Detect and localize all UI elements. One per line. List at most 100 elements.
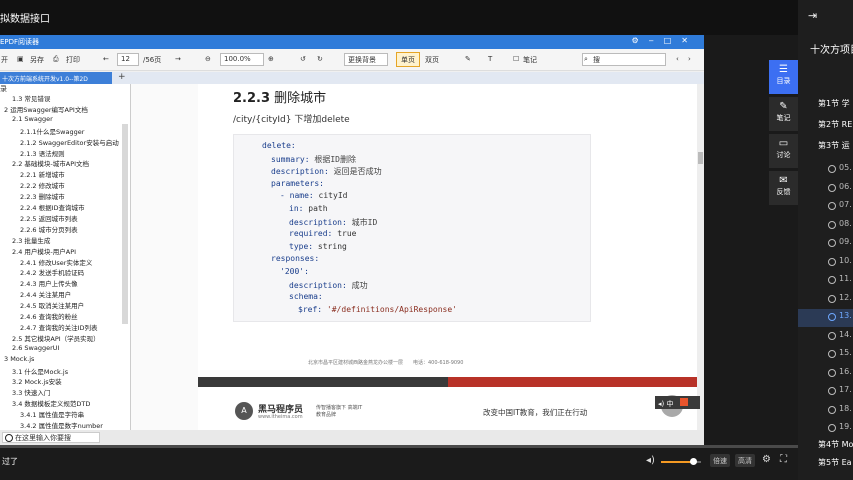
outline-item[interactable]: 3.4.1 属性值是字符串: [20, 409, 84, 419]
outline-item[interactable]: 2.4.3 用户上传头像: [20, 278, 78, 288]
document-scroll-thumb[interactable]: [698, 152, 703, 164]
outline-item[interactable]: 3.1 什么是Mock.js: [12, 366, 68, 376]
rotate-right-icon[interactable]: ↻: [317, 55, 323, 63]
outline-item[interactable]: 2.4.6 查询我的粉丝: [20, 311, 78, 321]
course-lesson-item[interactable]: 19.: [798, 420, 853, 438]
outline-item[interactable]: 2.4.5 取消关注某用户: [20, 300, 84, 310]
tab-document[interactable]: 十次方前端系统开发v1.0--第2D: [0, 72, 112, 84]
progress-track[interactable]: [0, 445, 798, 448]
quality-button[interactable]: 高清: [735, 454, 755, 467]
course-section-item[interactable]: 第4节 Mo: [798, 439, 853, 457]
course-lesson-item[interactable]: 18.: [798, 402, 853, 420]
outline-item[interactable]: 2.4.1 修改User实体定义: [20, 257, 92, 267]
outline-item[interactable]: 3 Mock.js: [4, 355, 34, 365]
double-page-button[interactable]: 双页: [425, 55, 439, 65]
highlight-icon[interactable]: ✎: [465, 55, 471, 63]
discussion-button[interactable]: ▭ 讨论: [769, 134, 798, 168]
document-scrollbar[interactable]: [697, 84, 704, 430]
course-lesson-item[interactable]: 08.: [798, 217, 853, 235]
outline-item[interactable]: 2.2.1 新增城市: [20, 169, 65, 179]
page-number-input[interactable]: 12: [117, 53, 139, 66]
outline-item[interactable]: 2.2.6 城市分页列表: [20, 224, 78, 234]
rotate-left-icon[interactable]: ↺: [300, 55, 306, 63]
course-lesson-item[interactable]: 11.: [798, 272, 853, 290]
outline-item[interactable]: 2.1.3 语法规则: [20, 148, 65, 158]
outline-item[interactable]: 3.2 Mock.js安装: [12, 376, 62, 386]
course-section-item[interactable]: 第5节 Ea: [798, 457, 853, 475]
course-lesson-item[interactable]: 07.: [798, 198, 853, 216]
outline-item[interactable]: 2.5 其它模块API（学员实现）: [12, 333, 100, 343]
outline-item[interactable]: 2.1.1什么是Swagger: [20, 126, 84, 136]
print-icon[interactable]: ⎙: [53, 55, 59, 64]
code-value: path: [308, 204, 328, 213]
ime-indicator[interactable]: ◂) 中: [655, 396, 700, 409]
outline-item[interactable]: 3.4.2 属性值是数字number: [20, 420, 103, 430]
course-lesson-item[interactable]: 12.: [798, 291, 853, 309]
outline-item[interactable]: 2.4.4 关注某用户: [20, 289, 71, 299]
zoom-in-icon[interactable]: ⊕: [268, 55, 274, 63]
fullscreen-icon[interactable]: ⛶: [780, 454, 787, 465]
status-search-input[interactable]: 在这里输入你要搜: [2, 432, 100, 443]
text-icon[interactable]: T: [488, 55, 492, 63]
course-lesson-item[interactable]: 16.: [798, 365, 853, 383]
course-section-item[interactable]: 第1节 学: [798, 98, 853, 116]
notes-toolbar-button[interactable]: 笔记: [523, 55, 537, 65]
course-lesson-item[interactable]: 14.: [798, 328, 853, 346]
save-as-button[interactable]: 另存: [30, 55, 44, 65]
course-lesson-item[interactable]: 17.: [798, 383, 853, 401]
catalog-button[interactable]: ☰ 目录: [769, 60, 798, 94]
search-input[interactable]: 搜: [582, 53, 666, 66]
volume-knob[interactable]: [690, 458, 697, 465]
course-lesson-item[interactable]: 09.: [798, 235, 853, 253]
outline-item[interactable]: 2.2 基础模块-城市API文档: [12, 158, 89, 168]
outline-item[interactable]: 2.2.4 根据ID查询城市: [20, 202, 85, 212]
search-next-icon[interactable]: ›: [688, 55, 691, 63]
course-section-item[interactable]: 第2节 RE: [798, 119, 853, 137]
save-icon[interactable]: ▣: [17, 55, 24, 63]
code-key: $ref:: [298, 304, 323, 314]
notes-icon[interactable]: ☐: [513, 55, 519, 63]
volume-icon[interactable]: ◂): [646, 455, 655, 466]
outline-item[interactable]: 2.4 用户模块-用户API: [12, 246, 76, 256]
settings-icon[interactable]: ⚙: [762, 454, 771, 465]
prev-page-icon[interactable]: ←: [103, 55, 109, 63]
single-page-button[interactable]: 单页: [396, 52, 420, 67]
outline-item[interactable]: 2.4.2 发送手机验证码: [20, 267, 84, 277]
search-prev-icon[interactable]: ‹: [676, 55, 679, 63]
next-page-icon[interactable]: →: [175, 55, 181, 63]
lesson-label: 06.: [839, 181, 852, 191]
outline-item[interactable]: 2 运用Swagger编写API文档: [4, 104, 88, 114]
outline-item[interactable]: 3.4 数据模板定义规范DTD: [12, 398, 90, 408]
new-tab-icon[interactable]: +: [118, 72, 126, 82]
outline-item[interactable]: 2.6 SwaggerUI: [12, 344, 59, 354]
course-lesson-item[interactable]: 10.: [798, 254, 853, 272]
outline-item[interactable]: 2.2.3 删除城市: [20, 191, 65, 201]
window-controls[interactable]: ⚙‒□✕: [631, 36, 698, 45]
course-section-item[interactable]: 第3节 运: [798, 140, 853, 158]
course-lesson-item[interactable]: 15.: [798, 346, 853, 364]
speed-button[interactable]: 倍速: [710, 454, 730, 467]
open-button[interactable]: 开: [1, 55, 8, 65]
zoom-select[interactable]: 100.0%: [220, 53, 264, 66]
skip-label[interactable]: 过了: [2, 456, 18, 467]
outline-item[interactable]: 2.2.2 修改城市: [20, 180, 65, 190]
background-select[interactable]: 更换背景: [344, 53, 388, 66]
outline-item[interactable]: 2.1 Swagger: [12, 115, 53, 125]
outline-item[interactable]: 2.2.5 返回城市列表: [20, 213, 78, 223]
lesson-label: 09.: [839, 237, 852, 246]
zoom-out-icon[interactable]: ⊖: [205, 55, 211, 63]
outline-item[interactable]: 1.3 常见错误: [12, 93, 50, 103]
outline-item[interactable]: 2.3 批量生成: [12, 235, 50, 245]
collapse-panel-icon[interactable]: ⇥: [808, 9, 817, 22]
outline-scrollbar[interactable]: [122, 124, 128, 324]
outline-item[interactable]: 2.4.7 查询我的关注ID列表: [20, 322, 98, 332]
course-lesson-item[interactable]: 13.: [798, 309, 853, 327]
notes-button[interactable]: ✎ 笔记: [769, 97, 798, 131]
print-button[interactable]: 打印: [66, 55, 80, 65]
code-value: 根据ID删除: [314, 154, 356, 164]
feedback-button[interactable]: ✉ 反馈: [769, 171, 798, 205]
outline-item[interactable]: 3.3 快速入门: [12, 387, 50, 397]
course-lesson-item[interactable]: 06.: [798, 180, 853, 198]
outline-item[interactable]: 2.1.2 SwaggerEditor安装与启动: [20, 137, 119, 147]
course-lesson-item[interactable]: 05.: [798, 161, 853, 179]
